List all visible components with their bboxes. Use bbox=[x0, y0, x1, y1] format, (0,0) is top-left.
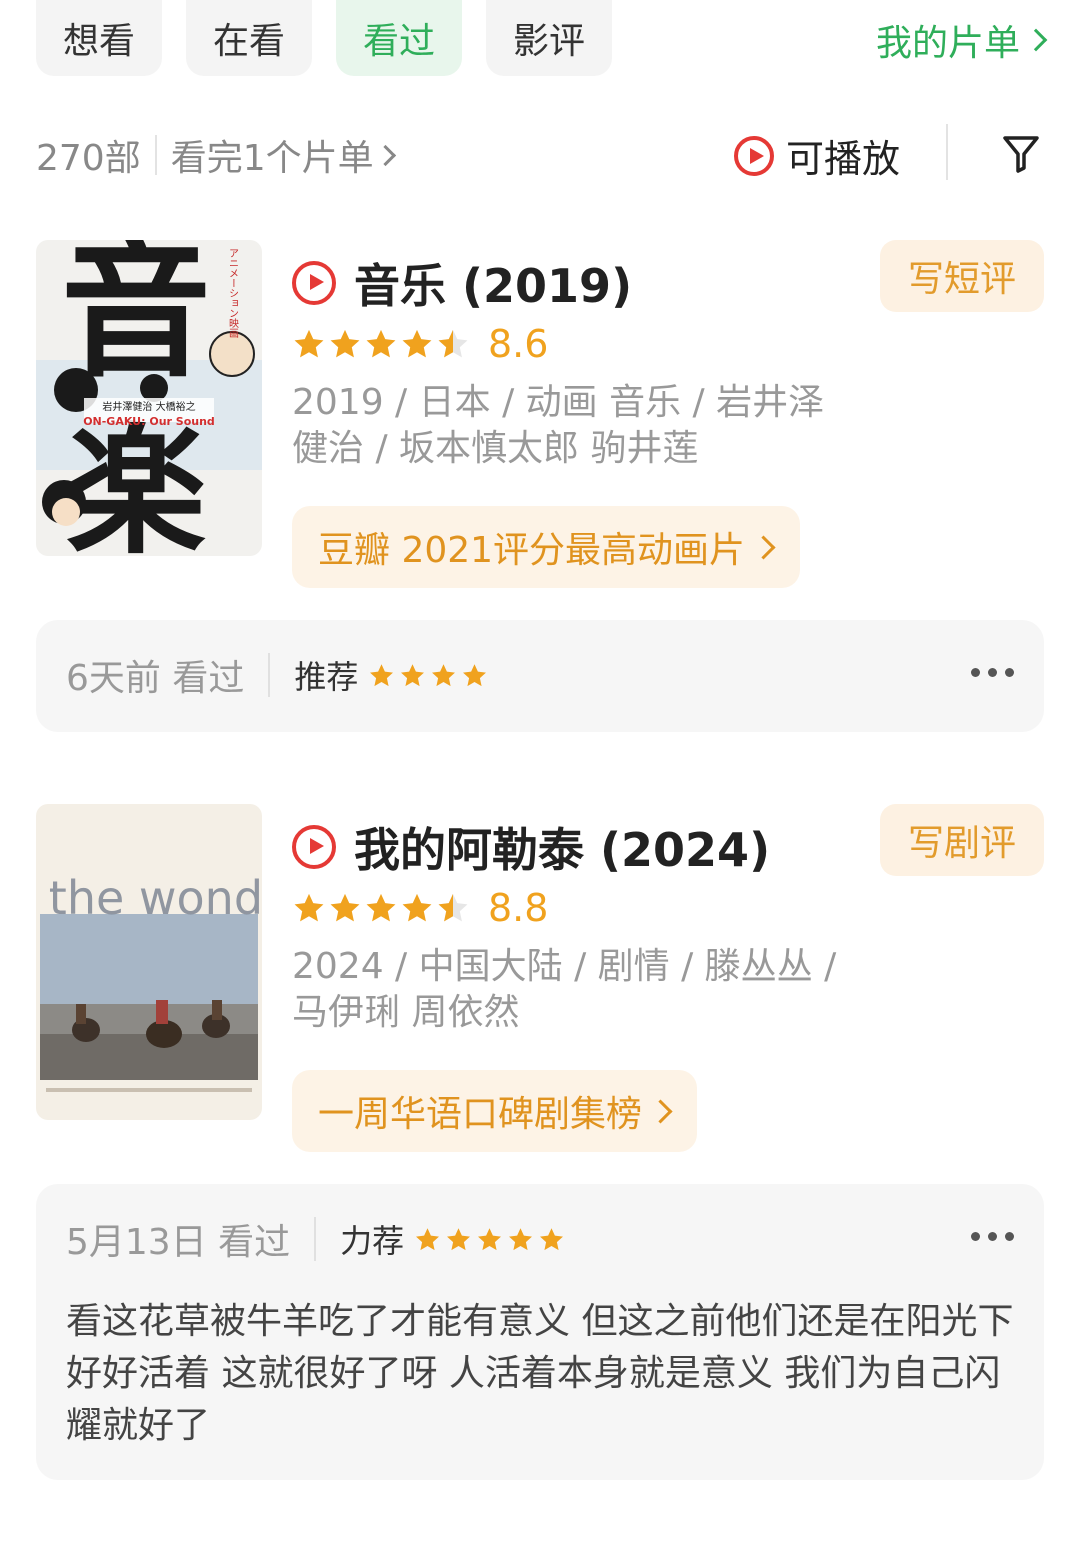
my-lists-label: 我的片单 bbox=[875, 23, 1020, 64]
review-stars bbox=[368, 662, 488, 689]
review-level: 推荐 bbox=[294, 658, 359, 696]
tab-watching[interactable]: 在看 bbox=[186, 0, 312, 76]
playable-label: 可播放 bbox=[785, 137, 900, 181]
my-lists-link[interactable]: 我的片单 bbox=[875, 14, 1048, 66]
more-options-button[interactable] bbox=[971, 668, 1014, 677]
review-level: 力荐 bbox=[340, 1222, 405, 1260]
chevron-right-icon bbox=[374, 144, 396, 166]
tab-watched[interactable]: 看过 bbox=[336, 0, 462, 76]
poster-en-title: To the wonder bbox=[36, 871, 262, 925]
more-options-button[interactable] bbox=[971, 1232, 1014, 1241]
filter-icon[interactable] bbox=[1002, 134, 1040, 174]
summary-bar: 270部 看完1个片单 可播放 bbox=[36, 124, 1044, 183]
review-stars bbox=[414, 1226, 565, 1253]
poster-credits: 岩井澤健治 大橋裕之 bbox=[102, 400, 195, 413]
movie-title: 我的阿勒泰 (2024) bbox=[354, 823, 771, 877]
star-full-icon bbox=[402, 893, 432, 922]
finished-lists-label: 看完1个片单 bbox=[170, 138, 374, 179]
review-card: 5月13日 看过 力荐 看这花草被牛羊吃了才能有意义 但这之前他们还是在阳光下好… bbox=[36, 1184, 1044, 1480]
chevron-right-icon bbox=[648, 1098, 673, 1124]
review-header: 6天前 看过 推荐 bbox=[66, 620, 488, 730]
star-full-icon bbox=[294, 329, 324, 358]
star-full-icon bbox=[478, 1227, 502, 1250]
movie-meta: 2019 / 日本 / 动画 音乐 / 岩井泽健治 / 坂本慎太郎 驹井莲 bbox=[292, 382, 825, 469]
poster-side-text: アニメーション映画 bbox=[227, 248, 239, 339]
tab-want-to-watch[interactable]: 想看 bbox=[36, 0, 162, 76]
star-full-icon bbox=[401, 663, 425, 686]
poster-title-char-2: 楽 bbox=[66, 411, 206, 556]
write-short-review-button[interactable]: 写短评 bbox=[880, 240, 1044, 312]
star-full-icon bbox=[509, 1227, 533, 1250]
ranking-badge[interactable]: 豆瓣 2021评分最高动画片 bbox=[292, 506, 801, 588]
review-header: 5月13日 看过 力荐 bbox=[66, 1184, 565, 1294]
rating-row: 8.8 bbox=[292, 886, 548, 930]
movie-item[interactable]: 音 楽 岩井澤健治 大橋裕之 ON-GAKU: Our Sound アニメーショ… bbox=[36, 240, 1044, 590]
star-full-icon bbox=[370, 663, 394, 686]
star-full-icon bbox=[366, 893, 396, 922]
movie-title-row[interactable]: 我的阿勒泰 (2024) bbox=[292, 814, 770, 880]
ranking-badge-label: 豆瓣 2021评分最高动画片 bbox=[318, 530, 746, 571]
chevron-right-icon bbox=[1024, 28, 1048, 52]
review-date: 6天前 看过 bbox=[66, 658, 245, 699]
star-full-icon bbox=[402, 329, 432, 358]
more-dot-icon bbox=[988, 1232, 997, 1241]
movie-title-row[interactable]: 音乐 (2019) bbox=[292, 250, 632, 316]
more-dot-icon bbox=[988, 668, 997, 677]
top-tab-bar: 想看 在看 看过 影评 我的片单 bbox=[36, 0, 1048, 78]
movie-item[interactable]: To the wonder 我的阿勒泰 (2024) 写剧评 8.8 2024 … bbox=[36, 804, 1044, 1154]
rating-score: 8.6 bbox=[488, 322, 549, 366]
poster-en-title: ON-GAKU: Our Sound bbox=[83, 415, 215, 428]
star-full-icon bbox=[416, 1227, 440, 1250]
star-full-icon bbox=[330, 893, 360, 922]
movie-poster[interactable]: To the wonder bbox=[36, 804, 262, 1120]
divider bbox=[946, 124, 948, 180]
star-full-icon bbox=[447, 1227, 471, 1250]
more-dot-icon bbox=[971, 1232, 980, 1241]
finished-lists-link[interactable]: 看完1个片单 bbox=[170, 129, 396, 181]
star-full-icon bbox=[463, 663, 487, 686]
playable-filter-button[interactable]: 可播放 bbox=[733, 128, 900, 183]
more-dot-icon bbox=[1005, 668, 1014, 677]
star-half-icon bbox=[438, 329, 468, 358]
star-full-icon bbox=[330, 329, 360, 358]
star-full-icon bbox=[366, 329, 396, 358]
divider bbox=[154, 135, 157, 175]
more-dot-icon bbox=[1005, 1232, 1014, 1241]
play-icon bbox=[292, 825, 336, 869]
rating-row: 8.6 bbox=[292, 322, 548, 366]
more-dot-icon bbox=[971, 668, 980, 677]
star-full-icon bbox=[294, 893, 324, 922]
play-icon bbox=[292, 261, 336, 305]
rating-score: 8.8 bbox=[488, 886, 549, 930]
rating-stars bbox=[292, 327, 470, 361]
star-full-icon bbox=[432, 663, 456, 686]
chevron-right-icon bbox=[751, 534, 776, 560]
movie-poster[interactable]: 音 楽 岩井澤健治 大橋裕之 ON-GAKU: Our Sound アニメーショ… bbox=[36, 240, 262, 556]
review-card: 6天前 看过 推荐 bbox=[36, 620, 1044, 732]
divider bbox=[314, 1217, 317, 1261]
divider bbox=[268, 653, 271, 697]
play-icon bbox=[733, 135, 774, 176]
watched-count: 270部 bbox=[36, 138, 141, 179]
star-full-icon bbox=[540, 1227, 564, 1250]
ranking-badge-label: 一周华语口碑剧集榜 bbox=[318, 1094, 643, 1135]
movie-title: 音乐 (2019) bbox=[354, 259, 633, 313]
write-series-review-button[interactable]: 写剧评 bbox=[880, 804, 1044, 876]
ranking-badge[interactable]: 一周华语口碑剧集榜 bbox=[292, 1070, 698, 1152]
review-date: 5月13日 看过 bbox=[66, 1222, 291, 1263]
tab-reviews[interactable]: 影评 bbox=[486, 0, 612, 76]
rating-stars bbox=[292, 891, 470, 925]
movie-meta: 2024 / 中国大陆 / 剧情 / 滕丛丛 / 马伊琍 周依然 bbox=[292, 946, 837, 1033]
star-half-icon bbox=[438, 893, 468, 922]
review-text: 看这花草被牛羊吃了才能有意义 但这之前他们还是在阳光下好好活着 这就很好了呀 人… bbox=[66, 1301, 1014, 1446]
